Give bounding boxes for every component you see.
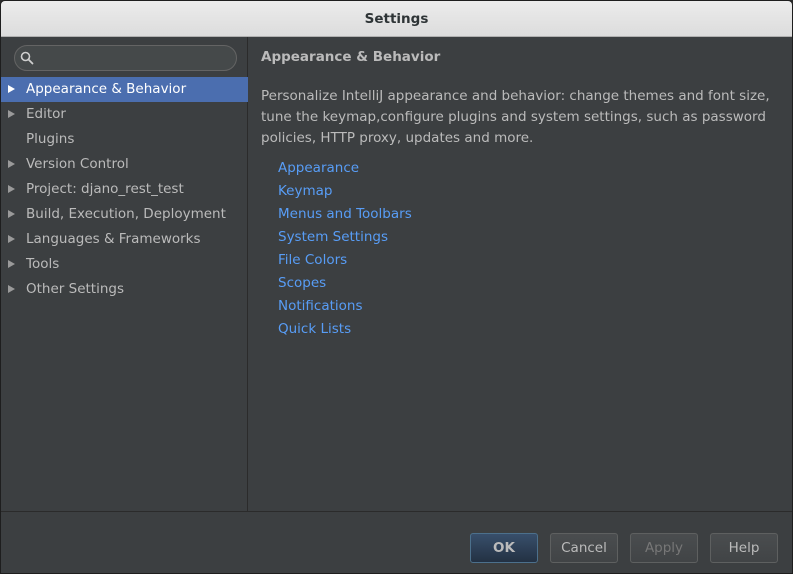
settings-window: Settings Appearance & Behavior Editor Pl… bbox=[0, 0, 793, 574]
expand-arrow-icon[interactable] bbox=[8, 210, 15, 218]
sidebar-item-tools[interactable]: Tools bbox=[1, 252, 248, 277]
sidebar-item-label: Build, Execution, Deployment bbox=[26, 206, 226, 222]
description-line: policies, HTTP proxy, updates and more. bbox=[261, 130, 534, 146]
link-quick-lists[interactable]: Quick Lists bbox=[278, 319, 412, 342]
expand-arrow-icon[interactable] bbox=[8, 110, 15, 118]
settings-tree: Appearance & Behavior Editor Plugins Ver… bbox=[1, 77, 248, 302]
page-description: Personalize IntelliJ appearance and beha… bbox=[261, 86, 781, 149]
expand-arrow-icon[interactable] bbox=[8, 235, 15, 243]
description-line: Personalize IntelliJ appearance and beha… bbox=[261, 88, 770, 104]
expand-arrow-icon[interactable] bbox=[8, 85, 15, 93]
search-icon bbox=[20, 51, 34, 65]
sidebar-item-label: Other Settings bbox=[26, 281, 124, 297]
sidebar-item-label: Project: djano_rest_test bbox=[26, 181, 184, 197]
sidebar-item-appearance-behavior[interactable]: Appearance & Behavior bbox=[1, 77, 248, 102]
window-title: Settings bbox=[364, 10, 429, 27]
sidebar-item-editor[interactable]: Editor bbox=[1, 102, 248, 127]
expand-arrow-icon[interactable] bbox=[8, 185, 15, 193]
page-title: Appearance & Behavior bbox=[261, 49, 441, 65]
sidebar-item-plugins[interactable]: Plugins bbox=[1, 127, 248, 152]
expand-arrow-icon[interactable] bbox=[8, 260, 15, 268]
ok-button[interactable]: OK bbox=[470, 533, 538, 563]
apply-button[interactable]: Apply bbox=[630, 533, 698, 563]
sidebar-item-build-execution-deployment[interactable]: Build, Execution, Deployment bbox=[1, 202, 248, 227]
link-keymap[interactable]: Keymap bbox=[278, 181, 412, 204]
sidebar-item-version-control[interactable]: Version Control bbox=[1, 152, 248, 177]
link-notifications[interactable]: Notifications bbox=[278, 296, 412, 319]
expand-arrow-icon[interactable] bbox=[8, 160, 15, 168]
sidebar-item-other-settings[interactable]: Other Settings bbox=[1, 277, 248, 302]
search-input[interactable] bbox=[14, 45, 237, 71]
subpage-links: Appearance Keymap Menus and Toolbars Sys… bbox=[278, 158, 412, 342]
description-line: tune the keymap,configure plugins and sy… bbox=[261, 109, 766, 125]
cancel-button[interactable]: Cancel bbox=[550, 533, 618, 563]
sidebar-item-label: Languages & Frameworks bbox=[26, 231, 201, 247]
sidebar-item-label: Appearance & Behavior bbox=[26, 81, 187, 97]
settings-content: Appearance & Behavior Personalize Intell… bbox=[249, 37, 792, 511]
sidebar-item-label: Editor bbox=[26, 106, 66, 122]
expand-arrow-icon[interactable] bbox=[8, 285, 15, 293]
link-scopes[interactable]: Scopes bbox=[278, 273, 412, 296]
dialog-footer: OK Cancel Apply Help bbox=[1, 511, 792, 573]
link-appearance[interactable]: Appearance bbox=[278, 158, 412, 181]
title-bar[interactable]: Settings bbox=[1, 1, 792, 37]
sidebar-item-languages-frameworks[interactable]: Languages & Frameworks bbox=[1, 227, 248, 252]
link-system-settings[interactable]: System Settings bbox=[278, 227, 412, 250]
sidebar-item-label: Plugins bbox=[26, 131, 75, 147]
sidebar-item-label: Version Control bbox=[26, 156, 129, 172]
sidebar: Appearance & Behavior Editor Plugins Ver… bbox=[1, 37, 248, 511]
link-file-colors[interactable]: File Colors bbox=[278, 250, 412, 273]
link-menus-toolbars[interactable]: Menus and Toolbars bbox=[278, 204, 412, 227]
sidebar-item-project[interactable]: Project: djano_rest_test bbox=[1, 177, 248, 202]
help-button[interactable]: Help bbox=[710, 533, 778, 563]
sidebar-item-label: Tools bbox=[26, 256, 60, 272]
